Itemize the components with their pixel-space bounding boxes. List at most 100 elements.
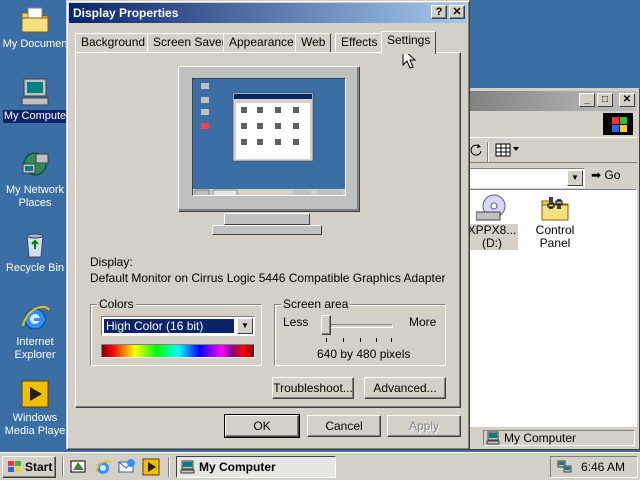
desktop-preview-image: [193, 79, 345, 195]
control-panel-label: Control Panel: [535, 223, 575, 250]
display-label: Display:: [90, 255, 133, 269]
taskbar-button-my-computer[interactable]: My Computer: [176, 456, 336, 478]
slider-tick: [343, 338, 344, 342]
close-button[interactable]: ✕: [619, 93, 635, 107]
monitor-base: [212, 225, 322, 235]
control-panel-item[interactable]: Control Panel: [520, 192, 590, 250]
colors-selected-value: High Color (16 bit): [104, 319, 234, 333]
slider-tick: [391, 338, 392, 342]
settings-panel: Display: Default Monitor on Cirrus Logic…: [75, 52, 461, 408]
cd-drive-icon: [476, 194, 506, 221]
desktop-icon-my-computer[interactable]: My Compute: [0, 76, 70, 123]
go-button[interactable]: ➡ Go: [591, 168, 620, 182]
explorer-status-bar: My Computer: [465, 429, 637, 447]
desktop-icon-label: My Documen: [2, 38, 68, 50]
color-spectrum-bar: [101, 344, 255, 358]
desktop-icon-label: Recycle Bin: [5, 262, 65, 274]
monitor-stand: [224, 213, 310, 225]
network-places-icon: [22, 152, 49, 176]
cancel-button[interactable]: Cancel: [307, 415, 381, 437]
outlook-express-icon[interactable]: [118, 458, 136, 476]
explorer-content-area: XPPX8... (D:) Control Panel: [465, 189, 637, 427]
screen-area-slider-thumb[interactable]: [321, 315, 331, 335]
show-desktop-icon[interactable]: [70, 458, 88, 476]
system-tray: 6:46 AM: [550, 456, 638, 478]
my-computer-window[interactable]: _ □ ✕ ▼ ➡ Go XPPX8...(D:) Control Panel: [462, 88, 640, 450]
desktop-icon-recycle-bin[interactable]: Recycle Bin: [0, 228, 70, 275]
desktop-icon-media-player[interactable]: Windows Media Playe: [0, 378, 70, 438]
internet-explorer-icon[interactable]: [94, 458, 112, 476]
monitor-preview: [178, 66, 360, 212]
colors-select[interactable]: High Color (16 bit) ▼: [101, 316, 255, 336]
desktop-icon-my-documents[interactable]: My Documen: [0, 4, 70, 51]
troubleshoot-button[interactable]: Troubleshoot...: [272, 377, 354, 399]
control-panel-icon: [541, 197, 569, 221]
tab-screen-saver[interactable]: Screen Saver: [147, 33, 232, 53]
minimize-button[interactable]: _: [579, 93, 595, 107]
tab-background[interactable]: Background: [75, 33, 152, 53]
views-icon[interactable]: [495, 143, 511, 157]
go-arrow-icon: ➡: [591, 168, 602, 182]
screen-area-group: Screen area Less More 640 by 480 pixels: [274, 297, 446, 366]
drive-d-label: XPPX8... (D:): [466, 223, 518, 250]
desktop-icon-network-places[interactable]: My Network Places: [0, 150, 70, 210]
slider-tick: [376, 338, 377, 342]
monitor-screen: [192, 78, 346, 196]
ok-button[interactable]: OK: [224, 414, 300, 438]
screen-area-value: 640 by 480 pixels: [317, 347, 411, 361]
tab-settings[interactable]: Settings: [381, 31, 437, 54]
go-label: Go: [604, 168, 621, 182]
network-tray-icon[interactable]: [557, 460, 573, 474]
apply-button[interactable]: Apply: [387, 415, 461, 437]
slider-tick: [360, 338, 361, 342]
media-player-icon[interactable]: [142, 458, 160, 476]
recycle-bin-icon: [26, 233, 44, 258]
close-button[interactable]: ✕: [449, 5, 465, 19]
windows-logo-icon: [603, 113, 633, 135]
explorer-toolbar: [465, 137, 637, 163]
desktop-icon-label: Internet Explorer: [14, 336, 56, 361]
taskbar-separator: [168, 457, 170, 477]
dialog-title: Display Properties: [73, 6, 179, 20]
desktop-icon-label: My Compute: [2, 110, 68, 123]
status-location: My Computer: [483, 430, 635, 446]
help-button[interactable]: ?: [431, 5, 447, 19]
taskbar-button-label: My Computer: [199, 460, 276, 474]
computer-icon: [21, 78, 49, 106]
chevron-down-icon[interactable]: ▼: [237, 318, 253, 334]
drive-d-item[interactable]: XPPX8... (D:): [466, 192, 518, 250]
slider-more-label: More: [409, 315, 437, 329]
windows-flag-icon: [8, 461, 21, 472]
slider-tick: [326, 338, 327, 342]
display-adapter-text: Default Monitor on Cirrus Logic 5446 Com…: [90, 271, 446, 285]
chevron-down-icon[interactable]: [513, 147, 519, 151]
clock[interactable]: 6:46 AM: [581, 457, 625, 477]
computer-icon: [180, 460, 195, 474]
desktop-icon-label: Windows Media Playe: [4, 412, 66, 437]
tab-appearance[interactable]: Appearance: [223, 33, 300, 53]
tab-web[interactable]: Web: [295, 33, 332, 53]
taskbar: Start My Computer 6:46 AM: [0, 452, 640, 480]
desktop-icon-label: My Network Places: [5, 184, 65, 209]
maximize-button[interactable]: □: [597, 93, 613, 107]
desktop-icon-internet-explorer[interactable]: Internet Explorer: [0, 302, 70, 362]
screen-area-slider-track[interactable]: [323, 324, 393, 328]
address-dropdown-button[interactable]: ▼: [567, 170, 583, 186]
address-bar: ▼ ➡ Go: [465, 165, 637, 189]
tab-effects[interactable]: Effects: [335, 33, 384, 53]
media-player-icon: [21, 380, 49, 408]
colors-group-label: Colors: [97, 297, 136, 311]
folder-documents-icon: [21, 7, 49, 33]
refresh-icon[interactable]: [469, 143, 483, 157]
dialog-title-bar[interactable]: Display Properties ? ✕: [69, 3, 467, 23]
taskbar-separator: [62, 457, 64, 477]
start-label: Start: [25, 460, 53, 474]
address-input[interactable]: ▼: [469, 168, 585, 188]
colors-group: Colors High Color (16 bit) ▼: [90, 297, 262, 366]
screen-area-group-label: Screen area: [281, 297, 351, 311]
slider-less-label: Less: [283, 315, 309, 329]
internet-explorer-icon: [22, 306, 50, 330]
explorer-title-bar[interactable]: _ □ ✕: [465, 91, 637, 111]
advanced-button[interactable]: Advanced...: [364, 377, 446, 399]
start-button[interactable]: Start: [2, 456, 56, 478]
